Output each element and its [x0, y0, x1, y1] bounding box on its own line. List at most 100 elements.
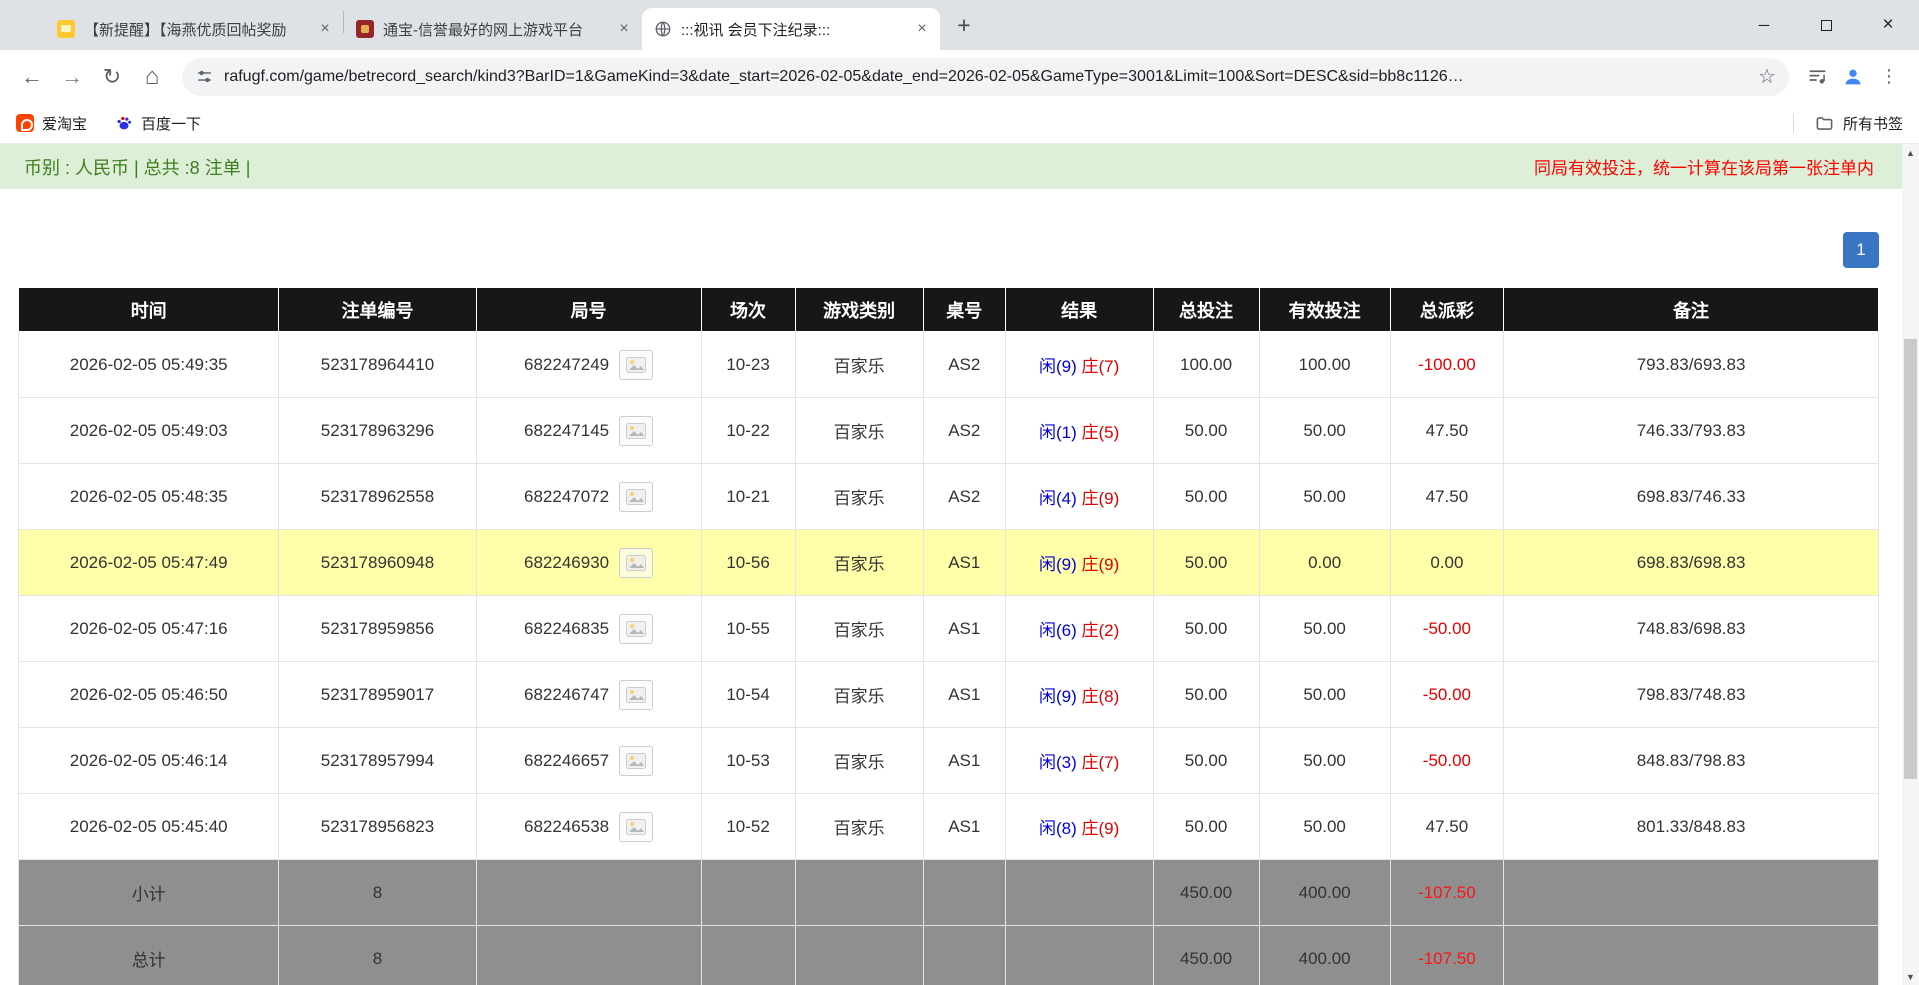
result-image-button[interactable] — [619, 547, 654, 578]
scroll-down-arrow[interactable]: ▼ — [1902, 968, 1919, 985]
column-header: 场次 — [700, 287, 796, 332]
cell-valid-bet: 0.00 — [1258, 529, 1391, 596]
cell-round: 682247072 — [475, 463, 702, 530]
tab-forum[interactable]: 【新提醒】【海燕优质回帖奖励 × — [45, 8, 343, 50]
result-image-button[interactable] — [619, 349, 654, 380]
column-header: 总投注 — [1152, 287, 1260, 332]
cell-note: 793.83/693.83 — [1503, 331, 1879, 398]
result-image-button[interactable] — [619, 613, 654, 644]
result-image-button[interactable] — [619, 481, 654, 512]
all-bookmarks[interactable]: 所有书签 — [1792, 113, 1903, 134]
cell-total-bet[interactable]: 50.00 — [1152, 793, 1260, 860]
cell-result: 闲(9) 庄(8) — [1004, 661, 1154, 728]
cell-game-type: 百家乐 — [794, 793, 924, 860]
cell-valid-bet: 50.00 — [1258, 463, 1391, 530]
cell-note: 848.83/798.83 — [1503, 727, 1879, 794]
home-button[interactable]: ⌂ — [132, 57, 172, 97]
column-header: 时间 — [17, 287, 280, 332]
media-controls-icon[interactable] — [1799, 59, 1835, 95]
cell-total-bet[interactable]: 50.00 — [1152, 661, 1260, 728]
tongbao-favicon-icon — [356, 20, 374, 38]
bookmark-star-icon[interactable]: ☆ — [1751, 61, 1783, 93]
result-image-button[interactable] — [619, 811, 654, 842]
total-label: 总计 — [17, 925, 280, 985]
cell-game-type: 百家乐 — [794, 595, 924, 662]
tab-close-icon[interactable]: × — [912, 19, 932, 39]
cell-total-bet[interactable]: 50.00 — [1152, 463, 1260, 530]
cell-payout: -50.00 — [1389, 661, 1505, 728]
subtotal-valid-bet: 400.00 — [1258, 859, 1391, 926]
table-header-row: 时间 注单编号 局号 场次 游戏类别 桌号 结果 总投注 有效投注 总派彩 备注 — [17, 287, 1879, 332]
url-text[interactable]: rafugf.com/game/betrecord_search/kind3?B… — [224, 68, 1751, 86]
table-row: 2026-02-05 05:45:40 523178956823 6822465… — [17, 793, 1879, 860]
column-header: 备注 — [1503, 287, 1879, 332]
tab-tongbao[interactable]: 通宝-信誉最好的网上游戏平台 × — [344, 8, 642, 50]
forum-favicon-icon — [57, 20, 75, 38]
window-controls: ─ × — [1733, 0, 1919, 50]
close-window-button[interactable]: × — [1857, 0, 1919, 50]
new-tab-button[interactable]: + — [948, 9, 980, 41]
cell-note: 746.33/793.83 — [1503, 397, 1879, 464]
cell-result: 闲(8) 庄(9) — [1004, 793, 1154, 860]
cell-bet-id: 523178959856 — [278, 595, 477, 662]
page-number-button[interactable]: 1 — [1843, 232, 1879, 268]
cell-total-bet[interactable]: 50.00 — [1152, 595, 1260, 662]
result-image-button[interactable] — [619, 415, 654, 446]
browser-tab-bar: 【新提醒】【海燕优质回帖奖励 × 通宝-信誉最好的网上游戏平台 × :::视讯 … — [0, 0, 1919, 50]
result-player: 闲(8) — [1038, 819, 1077, 838]
column-header: 游戏类别 — [794, 287, 924, 332]
bookmark-aitaobao[interactable]: 爱淘宝 — [16, 113, 87, 134]
result-image-button[interactable] — [619, 745, 654, 776]
bookmark-baidu[interactable]: 百度一下 — [115, 113, 201, 134]
bookmark-label: 爱淘宝 — [42, 115, 88, 133]
cell-bet-id: 523178956823 — [278, 793, 477, 860]
scroll-up-arrow[interactable]: ▲ — [1902, 144, 1919, 161]
address-bar[interactable]: rafugf.com/game/betrecord_search/kind3?B… — [182, 57, 1789, 96]
result-image-button[interactable] — [619, 679, 654, 710]
table-row: 2026-02-05 05:49:03 523178963296 6822471… — [17, 397, 1879, 464]
cell-note: 748.83/698.83 — [1503, 595, 1879, 662]
browser-menu-icon[interactable]: ⋮ — [1871, 59, 1907, 95]
forward-button[interactable]: → — [52, 57, 92, 97]
round-number: 682246930 — [524, 552, 610, 572]
tab-close-icon[interactable]: × — [315, 19, 335, 39]
page-scrollbar[interactable]: ▲ ▼ — [1902, 144, 1919, 985]
cell-total-bet[interactable]: 50.00 — [1152, 529, 1260, 596]
cell-session: 10-55 — [700, 595, 796, 662]
table-row: 2026-02-05 05:46:14 523178957994 6822466… — [17, 727, 1879, 794]
cell-time: 2026-02-05 05:47:49 — [17, 529, 280, 596]
summary-bar: 币别 : 人民币 | 总共 :8 注单 | 同局有效投注，统一计算在该局第一张注… — [0, 144, 1902, 189]
site-settings-icon[interactable] — [196, 68, 213, 85]
minimize-button[interactable]: ─ — [1733, 0, 1795, 50]
result-player: 闲(4) — [1038, 489, 1077, 508]
cell-valid-bet: 50.00 — [1258, 727, 1391, 794]
cell-total-bet[interactable]: 50.00 — [1152, 727, 1260, 794]
cell-total-bet[interactable]: 50.00 — [1152, 397, 1260, 464]
cell-result: 闲(9) 庄(7) — [1004, 331, 1154, 398]
tab-title: 通宝-信誉最好的网上游戏平台 — [383, 21, 583, 39]
table-row: 2026-02-05 05:46:50 523178959017 6822467… — [17, 661, 1879, 728]
cell-result: 闲(6) 庄(2) — [1004, 595, 1154, 662]
subtotal-row: 小计 8 450.00 400.00 -107.50 — [17, 859, 1879, 926]
profile-avatar-icon[interactable] — [1835, 59, 1871, 95]
cell-game-type: 百家乐 — [794, 331, 924, 398]
cell-table-number: AS1 — [922, 661, 1006, 728]
scrollbar-thumb[interactable] — [1904, 339, 1917, 779]
cell-table-number: AS1 — [922, 793, 1006, 860]
cell-round: 682247249 — [475, 331, 702, 398]
cell-table-number: AS1 — [922, 595, 1006, 662]
back-button[interactable]: ← — [12, 57, 52, 97]
maximize-icon — [1820, 19, 1832, 31]
cell-time: 2026-02-05 05:49:03 — [17, 397, 280, 464]
cell-game-type: 百家乐 — [794, 529, 924, 596]
refresh-button[interactable]: ↻ — [92, 57, 132, 97]
result-banker: 庄(9) — [1081, 555, 1120, 574]
cell-valid-bet: 50.00 — [1258, 793, 1391, 860]
cell-valid-bet: 50.00 — [1258, 397, 1391, 464]
tab-bet-records-active[interactable]: :::视讯 会员下注纪录::: × — [642, 8, 940, 50]
cell-session: 10-53 — [700, 727, 796, 794]
tab-close-icon[interactable]: × — [614, 19, 634, 39]
maximize-button[interactable] — [1795, 0, 1857, 50]
cell-total-bet[interactable]: 100.00 — [1152, 331, 1260, 398]
cell-session: 10-52 — [700, 793, 796, 860]
